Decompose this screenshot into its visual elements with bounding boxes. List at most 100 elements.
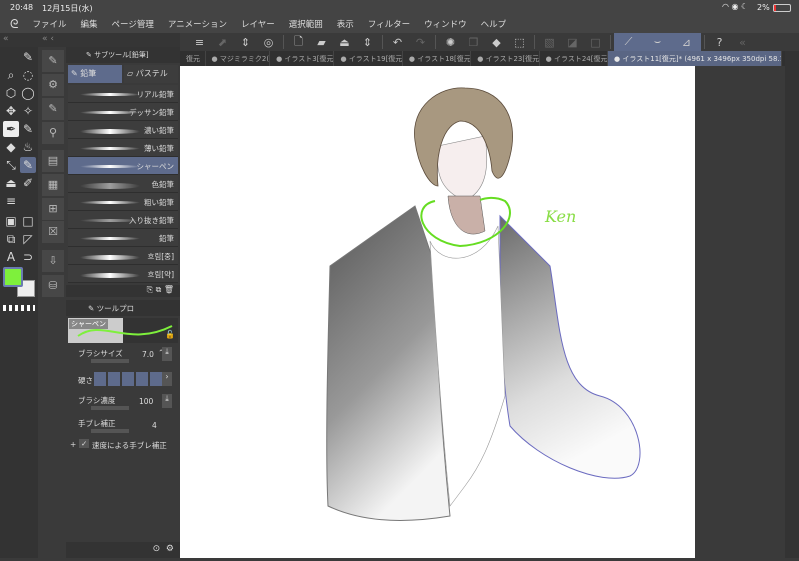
subtool-icon[interactable]: ✎ [42, 98, 64, 120]
brush-item[interactable]: 入り抜き鉛筆 [68, 211, 178, 229]
brush-item[interactable]: 흐림[중] [68, 247, 178, 265]
tab-doc[interactable]: ● イラスト19[復元 [334, 51, 403, 66]
transform-icon[interactable]: ⬈ [211, 33, 234, 51]
ruler-tool-icon[interactable]: ◸ [20, 231, 36, 247]
timeline-icon[interactable]: ▦ [42, 174, 64, 196]
download-icon-2[interactable]: ⤓ [162, 394, 172, 408]
menu-page[interactable]: ページ管理 [111, 18, 153, 30]
download-icon[interactable]: ⇩ [42, 250, 64, 272]
pen-snap-icon[interactable]: ⊿ [672, 33, 701, 51]
menu-animation[interactable]: アニメーション [168, 18, 227, 30]
main-color-swatch[interactable] [3, 267, 23, 287]
redo-icon[interactable]: ↷ [409, 33, 432, 51]
open-folder-icon[interactable]: ▰ [310, 33, 333, 51]
stabilization-slider[interactable] [91, 429, 129, 433]
brush-icon[interactable]: ⚲ [42, 122, 64, 144]
expand-icon[interactable]: + [70, 440, 76, 449]
menu-filter[interactable]: フィルター [368, 18, 410, 30]
lock-icon[interactable]: 🔓 [165, 330, 175, 339]
brush-item[interactable]: リアル鉛筆 [68, 85, 178, 103]
tab-doc[interactable]: ● イラスト23[復元 [471, 51, 540, 66]
pencil-tool-icon[interactable]: ✎ [20, 49, 36, 65]
lasso-tool-icon[interactable]: ◯ [20, 85, 36, 101]
group-pencil[interactable]: ✎ 鉛筆 [68, 65, 122, 83]
tab-doc[interactable]: ● イラスト18[復元 [403, 51, 472, 66]
undo-icon[interactable]: ↶ [386, 33, 409, 51]
density-value[interactable]: 100 [139, 397, 153, 406]
brush-item[interactable]: 薄い鉛筆 [68, 139, 178, 157]
brush-item[interactable]: 粗い鉛筆 [68, 193, 178, 211]
canvas-paper[interactable]: Ken [180, 66, 695, 558]
copy-subtool-icon[interactable]: ⎘ [147, 285, 153, 294]
record-icon[interactable]: ◎ [257, 33, 280, 51]
checkbox-checked-icon[interactable]: ✓ [79, 439, 90, 448]
collapse-mid-icon[interactable]: « ‹ [42, 34, 54, 44]
copy-icon[interactable]: ❐ [462, 33, 485, 51]
text-tool-icon[interactable]: A [3, 249, 19, 265]
collapse-right-icon[interactable]: « [731, 33, 754, 51]
delete-subtool-icon[interactable]: 🗑 [164, 285, 174, 294]
save-icon[interactable]: ⏏ [333, 33, 356, 51]
brush-size-value[interactable]: 7.0 [142, 350, 154, 359]
new-file-icon[interactable]: 🗋 [287, 33, 310, 51]
download-icon[interactable]: ⤓ [162, 347, 172, 361]
hardness-selector[interactable] [94, 372, 162, 386]
brush-size-slider[interactable] [91, 359, 129, 363]
invert-icon[interactable]: ◪ [561, 33, 584, 51]
brush-snap-icon[interactable]: ⌣ [643, 33, 672, 51]
pencil-selected-icon[interactable]: ✎ [20, 157, 36, 173]
blend-tool-icon[interactable]: ♨ [20, 139, 36, 155]
subtool-settings-icon[interactable]: ⚙ [42, 74, 64, 96]
pen2-tool-icon[interactable]: ✎ [20, 121, 36, 137]
balloon-tool-icon[interactable]: ⊃ [20, 249, 36, 265]
menu-file[interactable]: ファイル [32, 18, 66, 30]
magic-wand-icon[interactable]: ✧ [20, 103, 36, 119]
brush-item[interactable]: 鉛筆 [68, 229, 178, 247]
brush-item[interactable]: デッサン鉛筆 [68, 103, 178, 121]
menu-layer[interactable]: レイヤー [241, 18, 275, 30]
tab-doc[interactable]: 復元 [180, 51, 206, 66]
fill-tool-icon[interactable]: ◆ [3, 139, 19, 155]
brush-item-selected[interactable]: シャーペン [68, 157, 178, 175]
loading-icon[interactable]: ✺ [439, 33, 462, 51]
wrench-icon[interactable]: ⚙ [166, 544, 174, 554]
material-icon[interactable]: ☒ [42, 221, 64, 243]
brush-item[interactable]: 濃い鉛筆 [68, 121, 178, 139]
object-tool-icon[interactable]: ⬡ [3, 85, 19, 101]
tab-doc[interactable]: ● イラスト24[復元 [540, 51, 609, 66]
updown-icon[interactable]: ⇕ [234, 33, 257, 51]
frame-tool-icon[interactable]: ⧉ [3, 231, 19, 247]
clear-selection-icon[interactable]: ▧ [538, 33, 561, 51]
rectangle-tool-icon[interactable]: □ [20, 213, 36, 229]
menu-selection[interactable]: 選択範囲 [289, 18, 323, 30]
navigator-icon[interactable]: ⊞ [42, 198, 64, 220]
ruler-snap-icon[interactable]: ⟋ [614, 33, 643, 51]
fill-icon[interactable]: ◆ [485, 33, 508, 51]
subtool-panel-icon[interactable]: ✎ [42, 50, 64, 72]
menu-help[interactable]: ヘルプ [481, 18, 507, 30]
tab-doc[interactable]: ● マジミラミク2( [206, 51, 271, 66]
updown-icon-2[interactable]: ⇕ [356, 33, 379, 51]
layers-icon[interactable]: ⛁ [42, 275, 64, 297]
stabilization-value[interactable]: 4 [152, 421, 157, 430]
tab-doc[interactable]: ● イラスト3[復元 [270, 51, 335, 66]
transparent-color-swatch[interactable] [3, 305, 35, 311]
density-slider[interactable] [91, 406, 129, 410]
group-pastel[interactable]: ▱ パステル [124, 65, 178, 83]
duplicate-subtool-icon[interactable]: ⧉ [156, 285, 162, 294]
rotate-tool-icon[interactable]: ◌ [20, 67, 36, 83]
tab-active-doc[interactable]: ● イラスト11[復元]* (4961 x 3496px 350dpi 58.1… [608, 51, 782, 66]
layer-props-icon[interactable]: ▤ [42, 150, 64, 172]
brush-item[interactable]: 色鉛筆 [68, 175, 178, 193]
app-logo-icon[interactable]: ᘓ [10, 17, 18, 32]
stamp-tool-icon[interactable]: ⏏ [3, 175, 19, 191]
menu-view[interactable]: 表示 [337, 18, 354, 30]
brush-item[interactable]: 흐림[약] [68, 265, 178, 283]
reset-icon[interactable]: ⊙ [153, 544, 161, 554]
move-tool-icon[interactable]: ✥ [3, 103, 19, 119]
chevron-right-icon[interactable]: › [162, 372, 172, 386]
crop-icon[interactable]: ⬚ [508, 33, 531, 51]
help-icon[interactable]: ? [708, 33, 731, 51]
eyedropper-icon[interactable]: ⤡ [3, 157, 19, 173]
menu-edit[interactable]: 編集 [80, 18, 97, 30]
